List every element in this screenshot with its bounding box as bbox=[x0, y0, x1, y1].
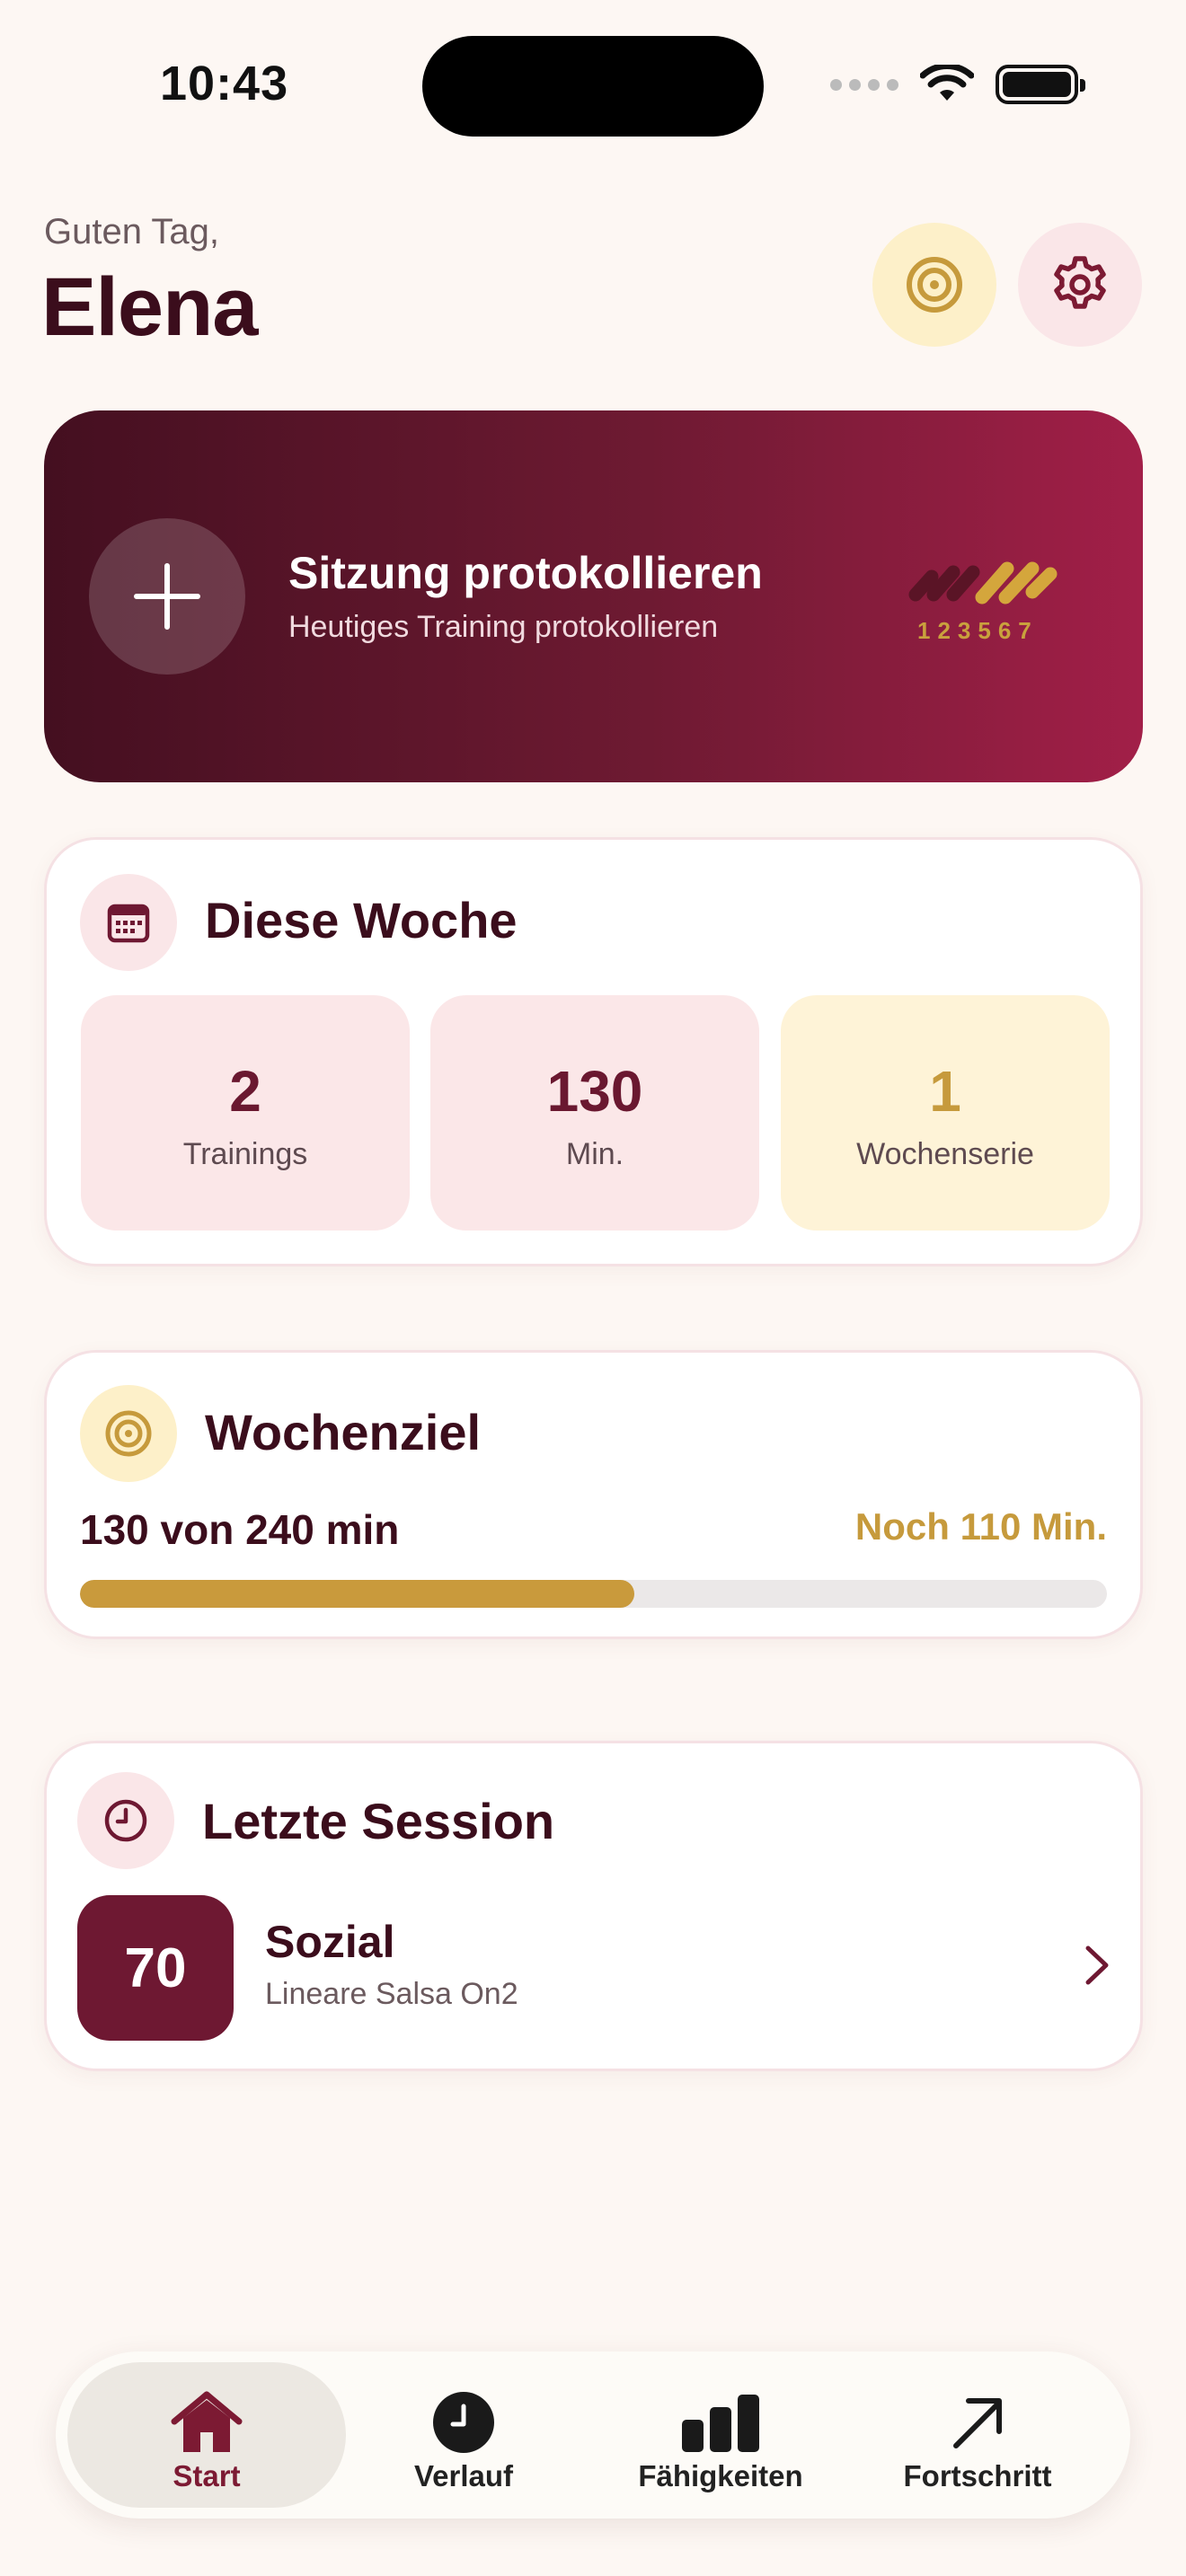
target-icon bbox=[907, 257, 962, 313]
tab-fortschritt[interactable]: Fortschritt bbox=[838, 2362, 1117, 2508]
stat-tile-streak: 1 Wochenserie bbox=[781, 995, 1110, 1231]
tab-faehigkeiten[interactable]: Fähigkeiten bbox=[581, 2362, 860, 2508]
dance-step-numbers: 123567 bbox=[917, 617, 1039, 644]
settings-button[interactable] bbox=[1018, 223, 1142, 347]
tab-label: Fortschritt bbox=[903, 2459, 1052, 2492]
clock-icon-badge bbox=[77, 1772, 174, 1869]
last-session-card[interactable]: Letzte Session 70 Sozial Lineare Salsa O… bbox=[44, 1741, 1143, 2071]
plus-icon bbox=[134, 563, 200, 630]
tab-start[interactable]: Start bbox=[67, 2362, 346, 2508]
tab-verlauf[interactable]: Verlauf bbox=[324, 2362, 603, 2508]
goal-progress-fill bbox=[80, 1580, 635, 1608]
stat-value: 1 bbox=[929, 1059, 961, 1124]
this-week-title: Diese Woche bbox=[205, 892, 518, 948]
last-session-title: Letzte Session bbox=[202, 1793, 555, 1849]
stat-label: Trainings bbox=[182, 1137, 308, 1171]
tab-bar: Start Verlauf Fähigkeiten Fortschritt bbox=[56, 2351, 1130, 2519]
target-icon bbox=[105, 1410, 152, 1457]
stat-label: Min. bbox=[565, 1137, 624, 1171]
bar-chart-icon bbox=[680, 2389, 761, 2456]
this-week-card: Diese Woche 2 Trainings 130 Min. 1 Woche… bbox=[44, 837, 1143, 1266]
stat-tile-minutes: 130 Min. bbox=[430, 995, 759, 1231]
goal-progress-bar bbox=[80, 1580, 1107, 1608]
goal-progress-text: 130 von 240 min bbox=[80, 1506, 400, 1553]
session-title: Sozial bbox=[265, 1917, 395, 1967]
log-session-title: Sitzung protokollieren bbox=[288, 548, 763, 598]
stat-tile-trainings: 2 Trainings bbox=[81, 995, 410, 1231]
stat-value: 2 bbox=[229, 1059, 261, 1124]
tab-label: Fähigkeiten bbox=[638, 2459, 803, 2492]
tab-label: Verlauf bbox=[413, 2459, 514, 2492]
session-score-badge: 70 bbox=[77, 1895, 234, 2041]
weekly-goal-title: Wochenziel bbox=[205, 1404, 482, 1460]
clock-icon bbox=[104, 1799, 147, 1842]
user-name: Elena bbox=[41, 261, 258, 353]
battery-icon bbox=[996, 65, 1085, 104]
dynamic-island bbox=[422, 36, 764, 137]
wifi-icon bbox=[920, 65, 974, 101]
arrow-up-right-icon bbox=[949, 2389, 1006, 2456]
cellular-signal-icon bbox=[830, 78, 898, 91]
greeting: Guten Tag, bbox=[44, 212, 219, 251]
add-session-button[interactable] bbox=[89, 518, 245, 675]
tab-label: Start bbox=[173, 2459, 241, 2492]
goal-button[interactable] bbox=[872, 223, 996, 347]
session-subtitle: Lineare Salsa On2 bbox=[265, 1977, 518, 2011]
gear-icon bbox=[1054, 256, 1106, 309]
house-icon bbox=[169, 2389, 244, 2456]
chevron-right-icon[interactable] bbox=[1081, 1943, 1113, 1988]
log-session-subtitle: Heutiges Training protokollieren bbox=[288, 610, 719, 644]
target-icon-badge bbox=[80, 1385, 177, 1482]
clock-icon bbox=[431, 2389, 496, 2456]
calendar-icon bbox=[107, 904, 150, 943]
goal-remaining-text: Noch 110 Min. bbox=[854, 1505, 1107, 1548]
stat-value: 130 bbox=[546, 1059, 643, 1124]
status-time: 10:43 bbox=[160, 57, 289, 110]
stat-label: Wochenserie bbox=[856, 1137, 1034, 1171]
weekly-goal-card[interactable]: Wochenziel 130 von 240 min Noch 110 Min. bbox=[44, 1350, 1143, 1639]
status-indicators bbox=[830, 65, 1085, 104]
log-session-card[interactable]: Sitzung protokollieren Heutiges Training… bbox=[44, 410, 1143, 782]
calendar-icon-badge bbox=[80, 874, 177, 971]
